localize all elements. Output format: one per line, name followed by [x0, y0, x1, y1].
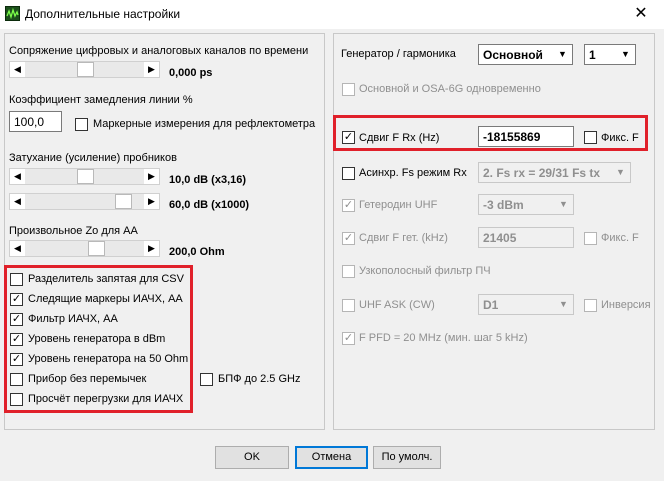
- right-panel: Генератор / гармоника Основной ▼ 1 ▼ Осн…: [333, 33, 655, 430]
- ok-button[interactable]: OK: [215, 446, 289, 469]
- bpf-checkbox[interactable]: [200, 373, 213, 386]
- chevron-down-icon[interactable]: ▼: [554, 46, 571, 63]
- scroll-left-icon[interactable]: ◀: [10, 241, 25, 256]
- pfd-checkbox[interactable]: ✓: [342, 332, 355, 345]
- fix-f2-label: Фикс. F: [601, 232, 639, 244]
- window-title: Дополнительные настройки: [25, 7, 181, 21]
- app-icon: [5, 6, 20, 21]
- shift-gen-input[interactable]: 21405: [478, 227, 574, 248]
- scroll-left-icon[interactable]: ◀: [10, 194, 25, 209]
- harmonic-select-value: 1: [589, 48, 596, 62]
- marker-refl-label: Маркерные измерения для рефлектометра: [93, 118, 316, 130]
- narrow-filter-label: Узкополосный фильтр ПЧ: [359, 265, 491, 277]
- zo-scrollbar[interactable]: ◀ ▶: [9, 240, 160, 257]
- defaults-button[interactable]: По умолч.: [373, 446, 441, 469]
- harmonic-select[interactable]: 1 ▼: [584, 44, 636, 65]
- close-button[interactable]: ✕: [628, 4, 654, 24]
- osa-label: Основной и OSA-6G одновременно: [359, 83, 541, 95]
- generator-select[interactable]: Основной ▼: [478, 44, 573, 65]
- inversion-label: Инверсия: [601, 299, 651, 311]
- uhf-ask-checkbox[interactable]: [342, 299, 355, 312]
- atten-label: Затухание (усиление) пробников: [9, 152, 177, 164]
- het-select[interactable]: -3 dBm ▼: [478, 194, 574, 215]
- inversion-checkbox[interactable]: [584, 299, 597, 312]
- chevron-down-icon[interactable]: ▼: [617, 46, 634, 63]
- scroll-thumb[interactable]: [115, 194, 132, 209]
- osa-checkbox[interactable]: [342, 83, 355, 96]
- zo-label: Произвольное Zo для АА: [9, 225, 138, 237]
- chevron-down-icon[interactable]: ▼: [555, 296, 572, 313]
- atten1-scrollbar[interactable]: ◀ ▶: [9, 168, 160, 185]
- async-label: Асинхр. Fs режим Rx: [359, 167, 467, 179]
- slow-label: Коэффициент замедления линии %: [9, 94, 193, 106]
- sync-value: 0,000 ps: [169, 67, 213, 79]
- atten1-value: 10,0 dB (x3,16): [169, 174, 247, 186]
- het-label: Гетеродин UHF: [359, 199, 438, 211]
- dialog-client: Сопряжение цифровых и аналоговых каналов…: [0, 29, 664, 481]
- uhf-ask-label: UHF ASK (CW): [359, 299, 435, 311]
- scroll-thumb[interactable]: [77, 62, 94, 77]
- sync-label: Сопряжение цифровых и аналоговых каналов…: [9, 45, 309, 57]
- scroll-thumb[interactable]: [77, 169, 94, 184]
- scroll-right-icon[interactable]: ▶: [144, 169, 159, 184]
- chevron-down-icon[interactable]: ▼: [555, 196, 572, 213]
- shift-gen-label: Сдвиг F гет. (kHz): [359, 232, 448, 244]
- scroll-right-icon[interactable]: ▶: [144, 62, 159, 77]
- sync-scrollbar[interactable]: ◀ ▶: [9, 61, 160, 78]
- highlight-checkbox-group: [4, 265, 193, 413]
- scroll-thumb[interactable]: [88, 241, 105, 256]
- title-bar: Дополнительные настройки ✕: [0, 0, 664, 29]
- highlight-shift-rx: [333, 115, 648, 151]
- bpf-label: БПФ до 2.5 GHz: [218, 373, 301, 385]
- async-checkbox[interactable]: [342, 167, 355, 180]
- gen-label: Генератор / гармоника: [341, 48, 456, 60]
- scroll-left-icon[interactable]: ◀: [10, 169, 25, 184]
- uhf-ask-select-value: D1: [483, 298, 499, 312]
- async-select[interactable]: 2. Fs rx = 29/31 Fs tx ▼: [478, 162, 631, 183]
- pfd-label: F PFD = 20 MHz (мин. шаг 5 kHz): [359, 332, 528, 344]
- chevron-down-icon[interactable]: ▼: [612, 164, 629, 181]
- cancel-button[interactable]: Отмена: [295, 446, 368, 469]
- atten2-scrollbar[interactable]: ◀ ▶: [9, 193, 160, 210]
- het-checkbox[interactable]: ✓: [342, 199, 355, 212]
- async-select-value: 2. Fs rx = 29/31 Fs tx: [483, 166, 601, 180]
- scroll-right-icon[interactable]: ▶: [144, 241, 159, 256]
- generator-select-value: Основной: [483, 48, 543, 62]
- slow-input[interactable]: 100,0: [9, 111, 62, 132]
- scroll-left-icon[interactable]: ◀: [10, 62, 25, 77]
- scroll-right-icon[interactable]: ▶: [144, 194, 159, 209]
- fix-f2-checkbox[interactable]: [584, 232, 597, 245]
- marker-refl-checkbox[interactable]: [75, 118, 88, 131]
- zo-value: 200,0 Ohm: [169, 246, 225, 258]
- het-select-value: -3 dBm: [483, 198, 524, 212]
- shift-gen-checkbox[interactable]: ✓: [342, 232, 355, 245]
- narrow-filter-checkbox[interactable]: [342, 265, 355, 278]
- uhf-ask-select[interactable]: D1 ▼: [478, 294, 574, 315]
- atten2-value: 60,0 dB (x1000): [169, 199, 250, 211]
